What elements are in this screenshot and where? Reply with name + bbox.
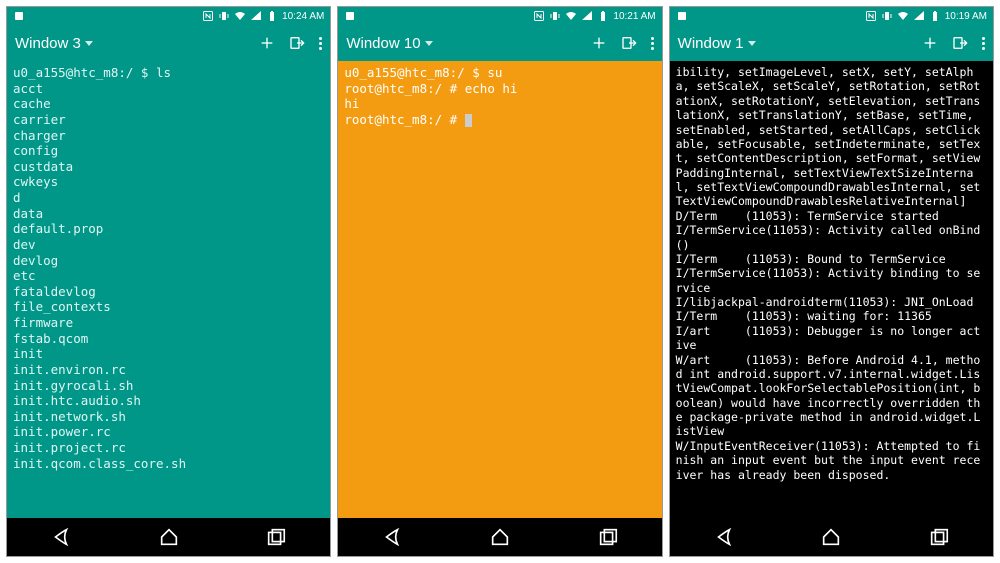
chevron-down-icon: [425, 41, 433, 46]
vibrate-icon: [218, 10, 230, 22]
back-icon[interactable]: [50, 526, 72, 548]
status-right: 10:21 AM: [533, 10, 655, 22]
signal-icon: [250, 10, 262, 22]
window-title: Window 10: [346, 35, 420, 52]
app-bar: Window 1: [670, 25, 993, 61]
notification-icon: [344, 10, 356, 22]
phone-screenshot-3: 10:19 AM Window 1 ibility, setImageLevel…: [669, 6, 994, 557]
add-icon[interactable]: [922, 35, 938, 51]
terminal-output[interactable]: u0_a155@htc_m8:/ $ ls acct cache carrier…: [7, 61, 330, 518]
back-icon[interactable]: [381, 526, 403, 548]
nav-bar: [670, 518, 993, 556]
wifi-icon: [897, 10, 909, 22]
phone-screenshot-1: 10:24 AM Window 3 u0_a155@htc_m8:/ $ ls …: [6, 6, 331, 557]
back-icon[interactable]: [713, 526, 735, 548]
exit-icon[interactable]: [289, 35, 305, 51]
status-right: 10:24 AM: [202, 10, 324, 22]
home-icon[interactable]: [820, 526, 842, 548]
notification-icon: [13, 10, 25, 22]
window-title: Window 1: [678, 35, 744, 52]
home-icon[interactable]: [158, 526, 180, 548]
notification-icon: [676, 10, 688, 22]
nav-bar: [7, 518, 330, 556]
window-selector[interactable]: Window 3: [15, 35, 93, 52]
battery-icon: [929, 10, 941, 22]
status-bar: 10:19 AM: [670, 7, 993, 25]
chevron-down-icon: [748, 41, 756, 46]
recent-icon[interactable]: [597, 526, 619, 548]
signal-icon: [581, 10, 593, 22]
window-selector[interactable]: Window 1: [678, 35, 756, 52]
terminal-output[interactable]: ibility, setImageLevel, setX, setY, setA…: [670, 61, 993, 518]
battery-icon: [597, 10, 609, 22]
menu-icon[interactable]: [651, 37, 654, 50]
status-left: [13, 10, 25, 22]
cursor: [465, 114, 472, 127]
add-icon[interactable]: [591, 35, 607, 51]
status-bar: 10:24 AM: [7, 7, 330, 25]
menu-icon[interactable]: [982, 37, 985, 50]
phone-screenshot-2: 10:21 AM Window 10 u0_a155@htc_m8:/ $ su…: [337, 6, 662, 557]
chevron-down-icon: [85, 41, 93, 46]
app-bar: Window 10: [338, 25, 661, 61]
menu-icon[interactable]: [319, 37, 322, 50]
battery-icon: [266, 10, 278, 22]
app-bar: Window 3: [7, 25, 330, 61]
add-icon[interactable]: [259, 35, 275, 51]
status-bar: 10:21 AM: [338, 7, 661, 25]
home-icon[interactable]: [489, 526, 511, 548]
vibrate-icon: [549, 10, 561, 22]
clock-text: 10:21 AM: [613, 11, 655, 22]
window-selector[interactable]: Window 10: [346, 35, 432, 52]
status-right: 10:19 AM: [865, 10, 987, 22]
window-title: Window 3: [15, 35, 81, 52]
wifi-icon: [234, 10, 246, 22]
signal-icon: [913, 10, 925, 22]
wifi-icon: [565, 10, 577, 22]
recent-icon[interactable]: [928, 526, 950, 548]
status-left: [344, 10, 356, 22]
terminal-output[interactable]: u0_a155@htc_m8:/ $ su root@htc_m8:/ # ec…: [338, 61, 661, 518]
exit-icon[interactable]: [621, 35, 637, 51]
nfc-icon: [865, 10, 877, 22]
clock-text: 10:19 AM: [945, 11, 987, 22]
vibrate-icon: [881, 10, 893, 22]
nav-bar: [338, 518, 661, 556]
recent-icon[interactable]: [265, 526, 287, 548]
exit-icon[interactable]: [952, 35, 968, 51]
nfc-icon: [533, 10, 545, 22]
status-left: [676, 10, 688, 22]
clock-text: 10:24 AM: [282, 11, 324, 22]
nfc-icon: [202, 10, 214, 22]
